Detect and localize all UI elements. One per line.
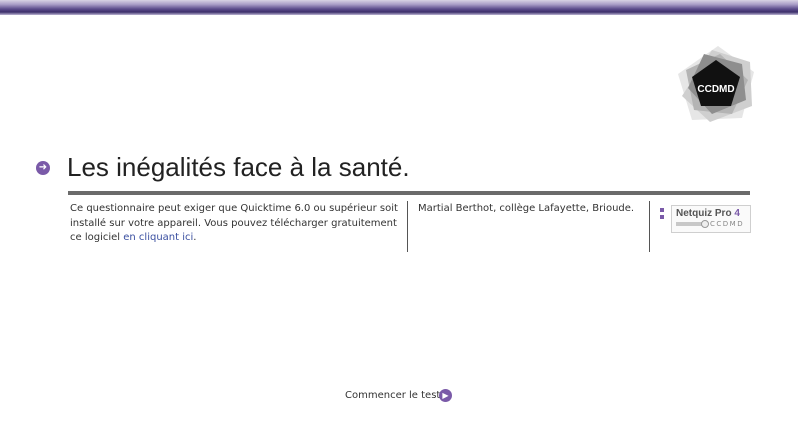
netquiz-badge: Netquiz Pro 4 CCDMD [671, 205, 751, 233]
play-circle-icon[interactable]: ▶ [439, 389, 452, 402]
badge-product: Netquiz Pro [676, 208, 732, 219]
badge-dots [660, 208, 664, 220]
start-test-label[interactable]: Commencer le test [345, 390, 440, 401]
logo-text: CCDMD [697, 84, 734, 95]
ccdmd-logo: CCDMD [678, 46, 754, 122]
requirements-text: Ce questionnaire peut exiger que Quickti… [70, 202, 406, 246]
badge-publisher: CCDMD [710, 220, 745, 228]
column-divider [407, 201, 408, 252]
requirements-suffix: . [193, 232, 197, 243]
author-credit: Martial Berthot, collège Lafayette, Brio… [418, 203, 635, 214]
column-divider [649, 201, 650, 252]
page-title: Les inégalités face à la santé. [67, 152, 410, 182]
header-bar [0, 0, 798, 15]
arrow-right-circle-icon: ➜ [36, 161, 50, 175]
badge-knob [701, 220, 709, 228]
badge-version: 4 [734, 208, 740, 219]
title-divider [68, 191, 750, 195]
requirements-body: Ce questionnaire peut exiger que Quickti… [70, 203, 398, 243]
download-link[interactable]: en cliquant ici [123, 232, 193, 243]
